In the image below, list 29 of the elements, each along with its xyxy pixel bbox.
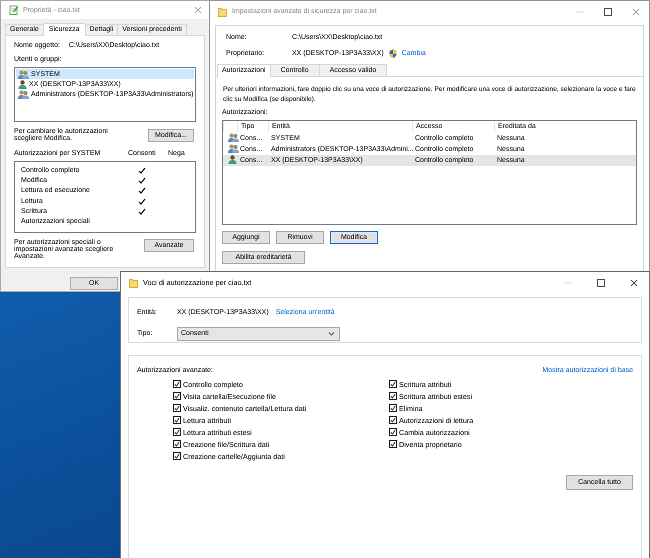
checkbox[interactable]: [389, 392, 397, 400]
checkbox[interactable]: [173, 392, 181, 400]
checkbox[interactable]: [389, 416, 397, 424]
checkbox[interactable]: [173, 452, 181, 460]
close-icon: [630, 278, 638, 286]
checkbox[interactable]: [389, 440, 397, 448]
checkbox[interactable]: [389, 428, 397, 436]
close-icon: [194, 6, 202, 14]
folder-icon: [129, 278, 138, 288]
checkbox[interactable]: [173, 380, 181, 388]
checkbox[interactable]: [389, 404, 397, 412]
group-icon: [18, 70, 29, 78]
checkbox[interactable]: [173, 404, 181, 412]
checkbox[interactable]: [173, 440, 181, 448]
close-icon: [632, 8, 640, 16]
maximize-icon: [604, 8, 612, 16]
notepad-icon: [9, 5, 18, 15]
group-icon: [18, 90, 29, 98]
group-icon: [228, 144, 239, 153]
user-icon: [228, 155, 237, 164]
checkbox[interactable]: [389, 380, 397, 388]
checkbox[interactable]: [173, 416, 181, 424]
user-icon: [18, 80, 27, 88]
shield-icon: [388, 49, 397, 58]
group-icon: [228, 133, 239, 142]
maximize-icon: [597, 278, 605, 286]
folder-icon: [218, 6, 227, 16]
checkbox[interactable]: [173, 428, 181, 436]
chevron-icon: [328, 331, 335, 336]
